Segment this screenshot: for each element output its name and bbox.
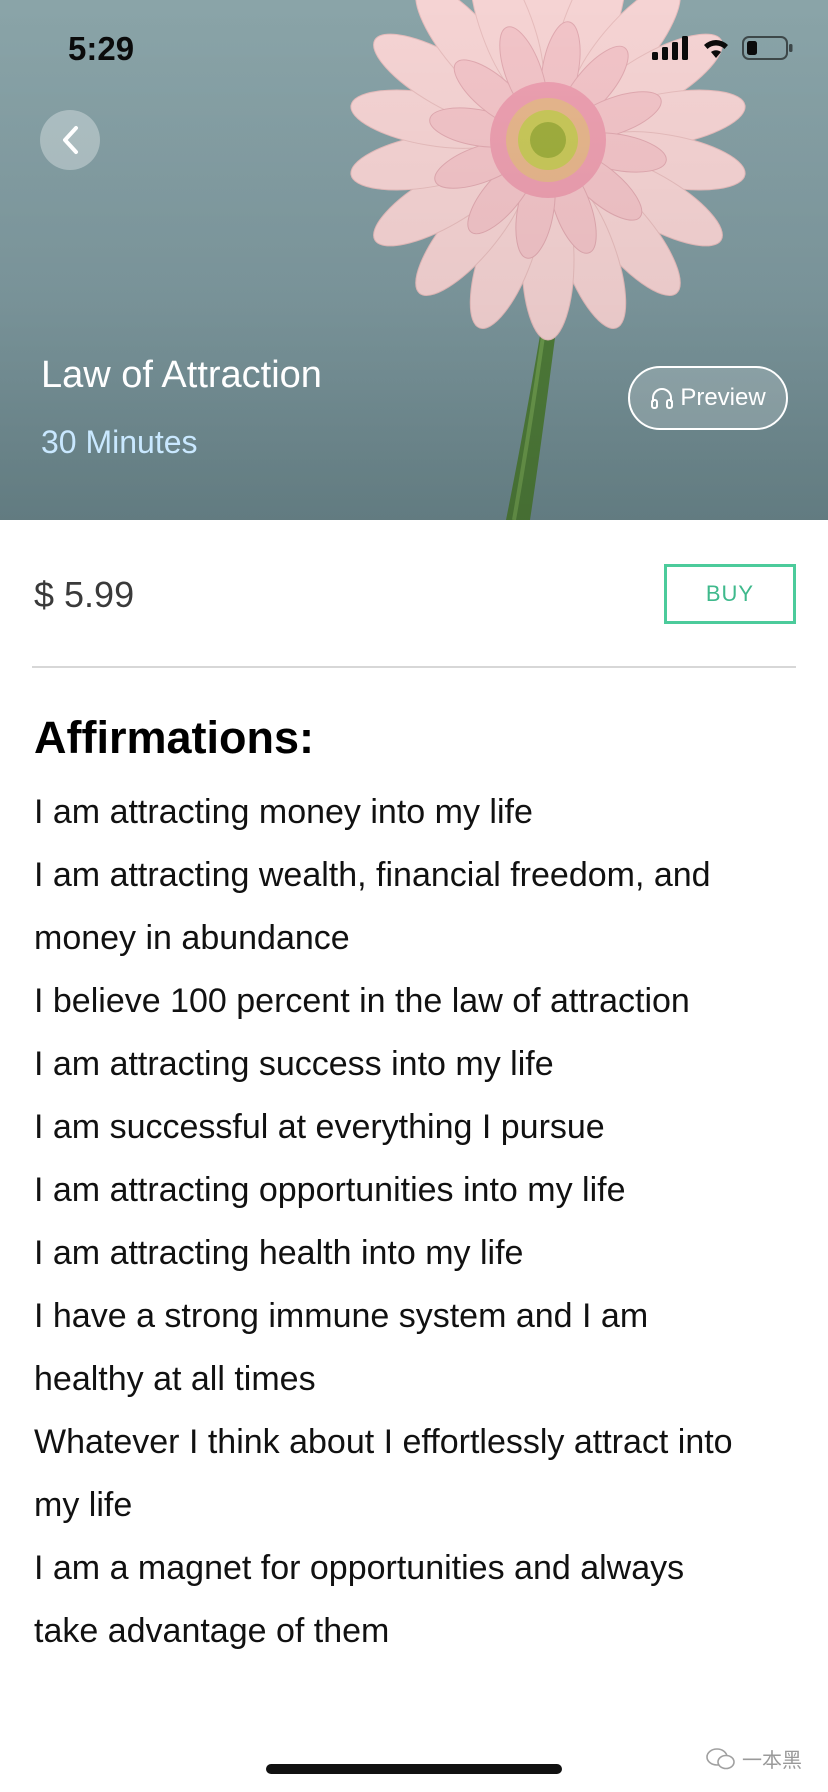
- duration-label: 30 Minutes: [41, 424, 198, 460]
- page-title: Law of Attraction: [41, 354, 322, 396]
- buy-button[interactable]: BUY: [664, 564, 796, 624]
- affirmation-line: my life: [34, 1486, 133, 1524]
- status-time: 5:29: [68, 30, 135, 67]
- wifi-icon: [704, 40, 728, 58]
- affirmation-line: healthy at all times: [34, 1360, 316, 1398]
- watermark-text: 一本黑: [742, 1750, 802, 1772]
- preview-button[interactable]: Preview: [628, 366, 788, 430]
- affirmation-line: I am attracting opportunities into my li…: [34, 1171, 626, 1209]
- divider: [32, 666, 796, 668]
- affirmation-line: money in abundance: [34, 919, 350, 957]
- affirmations-list: I am attracting money into my life I am …: [34, 781, 804, 1663]
- battery-icon: [742, 36, 793, 60]
- affirmation-line: I am successful at everything I pursue: [34, 1108, 605, 1146]
- wechat-icon: [706, 1747, 735, 1769]
- affirmation-line: I am attracting success into my life: [34, 1045, 554, 1083]
- status-icons: [652, 36, 794, 60]
- affirmations-heading: Affirmations:: [34, 712, 314, 763]
- back-button[interactable]: [40, 110, 100, 170]
- affirmation-line: I am a magnet for opportunities and alwa…: [34, 1549, 685, 1587]
- headphones-icon: [651, 388, 674, 409]
- affirmation-line: take advantage of them: [34, 1612, 390, 1650]
- home-indicator[interactable]: [266, 1764, 562, 1774]
- price-label: $ 5.99: [34, 574, 135, 615]
- status-bar: 5:29: [0, 0, 828, 100]
- watermark: 一本黑: [706, 1744, 802, 1773]
- chevron-left-icon: [63, 126, 78, 154]
- affirmation-line: I am attracting wealth, financial freedo…: [34, 856, 711, 894]
- affirmation-line: I believe 100 percent in the law of attr…: [34, 982, 690, 1020]
- affirmation-line: I am attracting money into my life: [34, 793, 533, 831]
- affirmation-line: I have a strong immune system and I am: [34, 1297, 649, 1335]
- affirmation-line: Whatever I think about I effortlessly at…: [34, 1423, 733, 1461]
- preview-label: Preview: [680, 384, 766, 411]
- cellular-signal-icon: [652, 36, 688, 60]
- affirmation-line: I am attracting health into my life: [34, 1234, 524, 1272]
